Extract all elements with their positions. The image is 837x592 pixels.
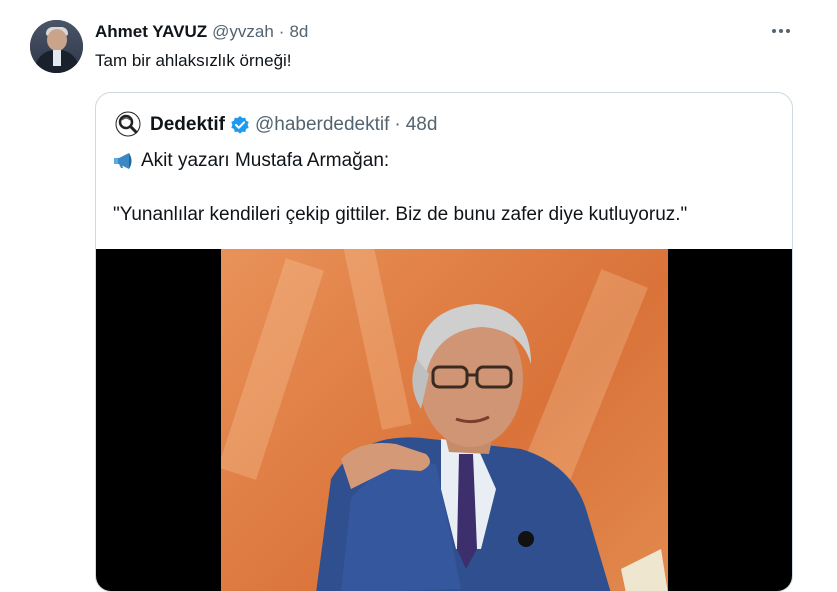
more-options-button[interactable] <box>768 18 794 44</box>
tweet-header: Ahmet YAVUZ @yvzah · 8d <box>95 21 308 43</box>
tweet-timestamp[interactable]: 8d <box>289 22 308 42</box>
tweet-author-avatar[interactable] <box>30 20 83 73</box>
more-horizontal-icon <box>772 29 790 33</box>
quoted-text-line2: "Yunanlılar kendileri çekip gittiler. Bi… <box>113 204 688 225</box>
quoted-header: Dedektif @haberdedektif · 48d <box>150 113 437 137</box>
megaphone-icon <box>113 152 135 170</box>
quoted-separator-dot: · <box>394 114 401 135</box>
quoted-tweet-card[interactable]: Dedektif @haberdedektif · 48d Akit yazar… <box>95 92 793 592</box>
quoted-author-name[interactable]: Dedektif <box>150 114 225 136</box>
quoted-timestamp[interactable]: 48d <box>406 114 438 136</box>
video-player[interactable] <box>96 249 792 591</box>
quoted-author-handle[interactable]: @haberdedektif <box>255 114 389 136</box>
separator-dot: · <box>278 22 285 41</box>
tweet-text: Tam bir ahlaksızlık örneği! <box>95 51 292 70</box>
video-frame-image <box>221 249 668 591</box>
quoted-text-line1-label: Akit yazarı Mustafa Armağan: <box>141 150 390 171</box>
quoted-author-avatar[interactable] <box>115 111 141 137</box>
author-name[interactable]: Ahmet YAVUZ <box>95 22 207 42</box>
author-handle[interactable]: @yvzah <box>212 22 274 42</box>
quoted-text-line1: Akit yazarı Mustafa Armağan: <box>113 149 389 173</box>
verified-badge-icon <box>230 115 250 135</box>
magnifier-logo-icon <box>115 111 141 137</box>
